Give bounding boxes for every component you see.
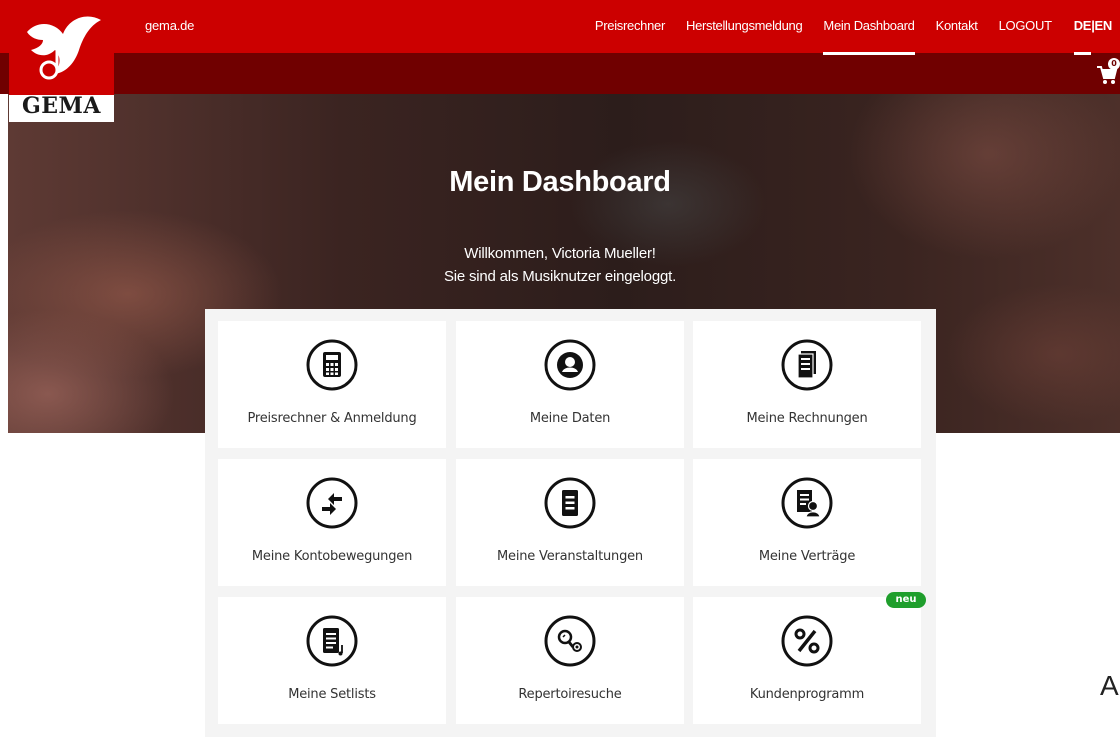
nav-herstellungsmeldung[interactable]: Herstellungsmeldung	[686, 18, 803, 33]
search-music-icon	[544, 615, 596, 667]
nav-logout[interactable]: LOGOUT	[999, 18, 1052, 33]
cart-count-badge: 0	[1108, 58, 1120, 70]
login-status-text: Sie sind als Musiknutzer eingeloggt.	[443, 268, 677, 285]
gema-logo-mark	[9, 0, 114, 95]
tile-label: Kundenprogramm	[749, 687, 865, 702]
language-switcher: DE|EN	[1074, 18, 1113, 33]
lang-en[interactable]: EN	[1095, 18, 1113, 33]
user-icon	[544, 339, 596, 391]
tile-label: Meine Kontobewegungen	[251, 549, 413, 564]
tile-meine-rechnungen[interactable]: Meine Rechnungen	[693, 321, 921, 448]
tile-repertoiresuche[interactable]: Repertoiresuche	[456, 597, 684, 724]
logo-text: GEMA	[22, 93, 101, 119]
cart-button[interactable]: 0	[1096, 58, 1120, 84]
welcome-text: Willkommen, Victoria Mueller!	[464, 245, 656, 262]
nav-mein-dashboard[interactable]: Mein Dashboard	[823, 18, 915, 55]
invoice-icon	[781, 339, 833, 391]
tile-meine-vertraege[interactable]: Meine Verträge	[693, 459, 921, 586]
page-title: Mein Dashboard	[449, 166, 671, 198]
document-list-icon	[544, 477, 596, 529]
calculator-icon	[306, 339, 358, 391]
tile-preisrechner-anmeldung[interactable]: Preisrechner & Anmeldung	[218, 321, 446, 448]
tile-label: Repertoiresuche	[518, 687, 622, 702]
tile-label: Preisrechner & Anmeldung	[247, 411, 417, 426]
tile-meine-veranstaltungen[interactable]: Meine Veranstaltungen	[456, 459, 684, 586]
main-navigation: Preisrechner Herstellungsmeldung Mein Da…	[574, 18, 1113, 55]
nav-preisrechner[interactable]: Preisrechner	[595, 18, 665, 33]
tile-label: Meine Veranstaltungen	[497, 549, 643, 564]
setlist-icon	[306, 615, 358, 667]
tile-meine-kontobewegungen[interactable]: Meine Kontobewegungen	[218, 459, 446, 586]
transfer-arrows-icon	[306, 477, 358, 529]
contract-user-icon	[781, 477, 833, 529]
cut-off-text: A	[1100, 670, 1119, 701]
nav-kontakt[interactable]: Kontakt	[936, 18, 978, 33]
sub-navigation-bar	[0, 53, 1120, 94]
tile-label: Meine Setlists	[288, 687, 376, 702]
tile-label: Meine Verträge	[758, 549, 856, 564]
tile-kundenprogramm[interactable]: Kundenprogramm	[693, 597, 921, 724]
lang-de[interactable]: DE	[1074, 18, 1092, 33]
new-badge: neu	[886, 592, 926, 608]
tile-meine-setlists[interactable]: Meine Setlists	[218, 597, 446, 724]
tile-meine-daten[interactable]: Meine Daten	[456, 321, 684, 448]
site-link-gema[interactable]: gema.de	[145, 18, 194, 33]
percent-icon	[781, 615, 833, 667]
tile-label: Meine Rechnungen	[746, 411, 868, 426]
gema-logo[interactable]: GEMA	[9, 0, 114, 122]
tile-label: Meine Daten	[529, 411, 611, 426]
